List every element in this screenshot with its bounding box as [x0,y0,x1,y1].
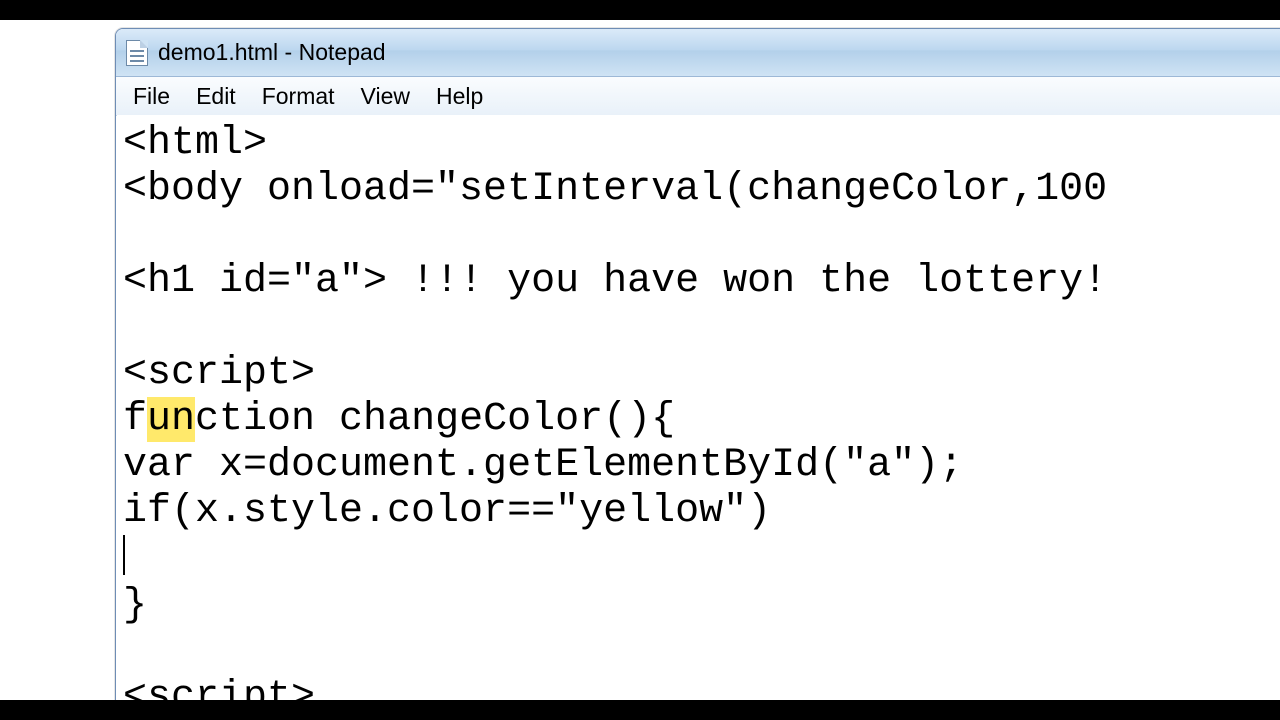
titlebar[interactable]: demo1.html - Notepad [116,29,1280,77]
code-line: var x=document.getElementById("a"); [123,443,963,488]
menu-file[interactable]: File [120,80,183,113]
stage: demo1.html - Notepad File Edit Format Vi… [0,20,1280,700]
letterbox-top [0,0,1280,20]
notepad-file-icon [126,40,148,66]
code-line: <h1 id="a"> !!! you have won the lottery… [123,259,1107,304]
text-editor-area[interactable]: <html> <body onload="setInterval(changeC… [117,115,1280,709]
code-line: if(x.style.color=="yellow") [123,489,771,534]
window-title: demo1.html - Notepad [158,39,386,66]
code-line [123,537,125,582]
code-line: <html> [123,121,267,166]
menubar: File Edit Format View Help [116,77,1280,116]
code-line: } [123,583,147,628]
menu-help[interactable]: Help [423,80,496,113]
notepad-window: demo1.html - Notepad File Edit Format Vi… [115,28,1280,710]
text-caret [123,535,125,575]
menu-format[interactable]: Format [249,80,348,113]
code-line: <body onload="setInterval(changeColor,10… [123,167,1107,212]
highlighted-text: un [147,397,195,442]
letterbox-bottom [0,700,1280,720]
code-line: function changeColor(){ [123,397,675,442]
menu-view[interactable]: View [348,80,423,113]
menu-edit[interactable]: Edit [183,80,249,113]
code-line: <script> [123,351,315,396]
